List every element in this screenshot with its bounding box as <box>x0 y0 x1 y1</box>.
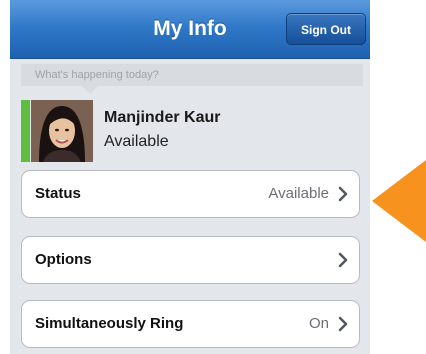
presence-indicator <box>21 100 30 162</box>
simultaneous-ring-row[interactable]: Simultaneously Ring On <box>21 300 360 348</box>
options-row-label: Options <box>35 251 92 268</box>
chevron-right-icon <box>338 186 348 202</box>
sign-out-button[interactable]: Sign Out <box>286 13 366 45</box>
options-row[interactable]: Options <box>21 236 360 284</box>
navigation-bar: My Info Sign Out <box>10 0 370 59</box>
whats-happening-input[interactable]: What's happening today? <box>21 64 363 86</box>
user-presence-text: Available <box>104 133 169 150</box>
status-row-label: Status <box>35 185 81 202</box>
simultaneous-ring-row-label: Simultaneously Ring <box>35 315 184 332</box>
chevron-right-icon <box>338 316 348 332</box>
avatar <box>31 100 93 162</box>
simultaneous-ring-row-value: On <box>308 315 329 332</box>
user-name: Manjinder Kaur <box>104 109 221 126</box>
chevron-right-icon <box>338 252 348 268</box>
status-row[interactable]: Status Available <box>21 170 360 218</box>
arrow-left-icon <box>372 160 426 242</box>
my-info-screen: My Info Sign Out What's happening today?… <box>10 0 370 354</box>
status-row-value: Available <box>268 185 329 202</box>
speech-bubble-tip <box>82 86 98 94</box>
